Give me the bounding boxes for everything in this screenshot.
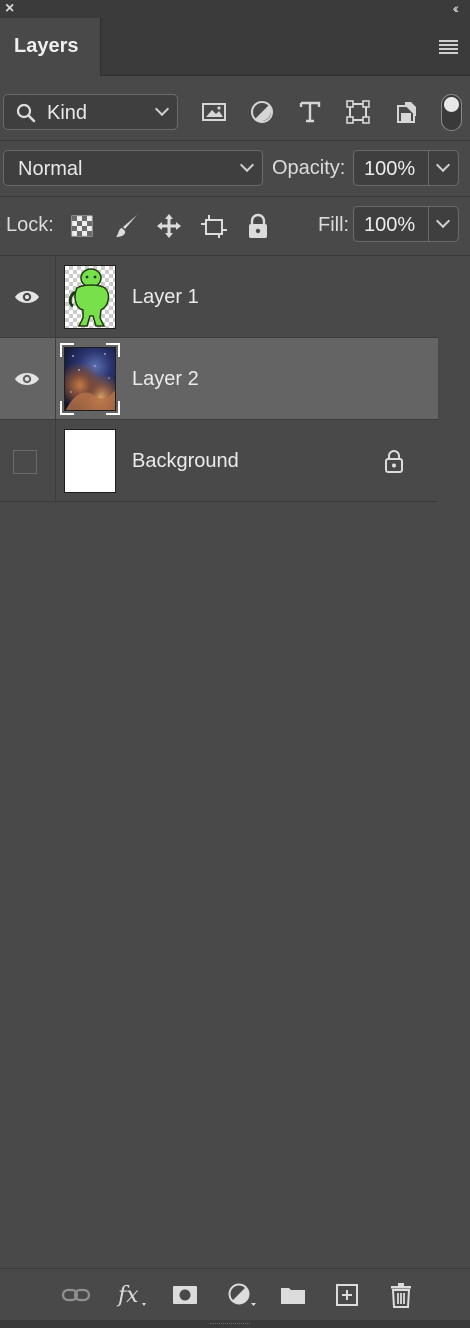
shape-filter-icon[interactable] xyxy=(344,98,372,126)
space-nebula-image xyxy=(66,353,115,410)
new-layer-icon[interactable] xyxy=(332,1281,362,1309)
lock-all-icon[interactable] xyxy=(244,212,272,240)
collapse-panel-icon[interactable]: ‹‹ xyxy=(453,0,460,16)
toggle-knob xyxy=(444,97,459,112)
layers-list: Layer 1 Layer 2 Background xyxy=(0,256,438,502)
chevron-down-icon xyxy=(435,157,451,173)
eye-icon[interactable] xyxy=(13,287,41,307)
eye-icon[interactable] xyxy=(13,369,41,389)
smart-object-filter-icon[interactable] xyxy=(392,98,420,126)
image-filter-icon[interactable] xyxy=(200,98,228,126)
opacity-dropdown-button[interactable] xyxy=(428,151,458,185)
visibility-toggle-empty[interactable] xyxy=(13,450,37,474)
tab-layers[interactable]: Layers xyxy=(0,18,101,76)
divider xyxy=(0,140,470,141)
link-layers-icon[interactable] xyxy=(61,1281,91,1309)
fx-icon[interactable]: fx xyxy=(116,1281,146,1309)
lock-transparent-pixels-icon[interactable] xyxy=(68,212,96,240)
opacity-value: 100% xyxy=(364,158,416,180)
lock-image-pixels-icon[interactable] xyxy=(113,212,141,240)
adjustment-filter-icon[interactable] xyxy=(248,98,276,126)
filter-kind-label: Kind xyxy=(47,102,88,124)
layer-filter-row: Kind xyxy=(0,88,470,136)
blend-mode-select[interactable]: Normal xyxy=(3,150,263,186)
lock-label: Lock: xyxy=(6,214,54,236)
close-panel-icon[interactable]: × xyxy=(5,0,14,18)
layer-row[interactable]: Layer 1 xyxy=(0,256,438,338)
chevron-down-icon xyxy=(154,101,170,117)
panel-resize-grip[interactable] xyxy=(0,1320,470,1328)
chevron-down-icon xyxy=(435,213,451,229)
layer-name[interactable]: Layer 1 xyxy=(132,286,199,309)
green-figure-image xyxy=(68,268,110,327)
layer-thumbnail[interactable] xyxy=(64,347,116,411)
layer-thumbnail[interactable] xyxy=(64,429,116,493)
lock-row: Lock: Fill: 100% xyxy=(0,204,470,248)
type-filter-icon[interactable] xyxy=(296,98,324,126)
fill-value: 100% xyxy=(364,214,416,236)
blend-mode-value: Normal xyxy=(18,158,83,180)
visibility-cell[interactable] xyxy=(0,420,56,502)
fill-field[interactable]: 100% xyxy=(353,206,459,242)
layer-name[interactable]: Background xyxy=(132,450,239,473)
visibility-cell[interactable] xyxy=(0,256,56,338)
panel-tab-bar: Layers xyxy=(0,18,470,76)
divider xyxy=(0,196,470,197)
lock-icon[interactable] xyxy=(383,449,405,473)
svg-text:fx: fx xyxy=(116,1283,139,1308)
fill-dropdown-button[interactable] xyxy=(428,207,458,241)
fill-label[interactable]: Fill: xyxy=(318,214,349,237)
visibility-cell[interactable] xyxy=(0,338,56,420)
new-adjustment-layer-icon[interactable] xyxy=(226,1281,256,1309)
opacity-field[interactable]: 100% xyxy=(353,150,459,186)
filter-kind-select[interactable]: Kind xyxy=(3,94,178,130)
layer-name[interactable]: Layer 2 xyxy=(132,368,199,391)
new-group-folder-icon[interactable] xyxy=(278,1281,308,1309)
panel-menu-icon[interactable] xyxy=(439,40,458,54)
blend-row: Normal Opacity: 100% xyxy=(0,148,470,192)
tab-layers-label: Layers xyxy=(14,35,79,57)
chevron-down-icon xyxy=(239,157,255,173)
layer-thumbnail[interactable] xyxy=(64,265,116,329)
lock-position-icon[interactable] xyxy=(155,212,183,240)
delete-layer-icon[interactable] xyxy=(386,1281,416,1309)
layer-row-selected[interactable]: Layer 2 xyxy=(0,338,438,420)
add-mask-icon[interactable] xyxy=(170,1281,200,1309)
opacity-label[interactable]: Opacity: xyxy=(272,157,345,180)
search-icon xyxy=(16,103,36,123)
panel-top-strip: × ‹‹ xyxy=(0,0,470,18)
layer-row[interactable]: Background xyxy=(0,420,438,502)
lock-artboard-icon[interactable] xyxy=(200,212,228,240)
filter-toggle-switch[interactable] xyxy=(441,94,462,131)
layers-bottom-toolbar: fx xyxy=(0,1268,470,1320)
